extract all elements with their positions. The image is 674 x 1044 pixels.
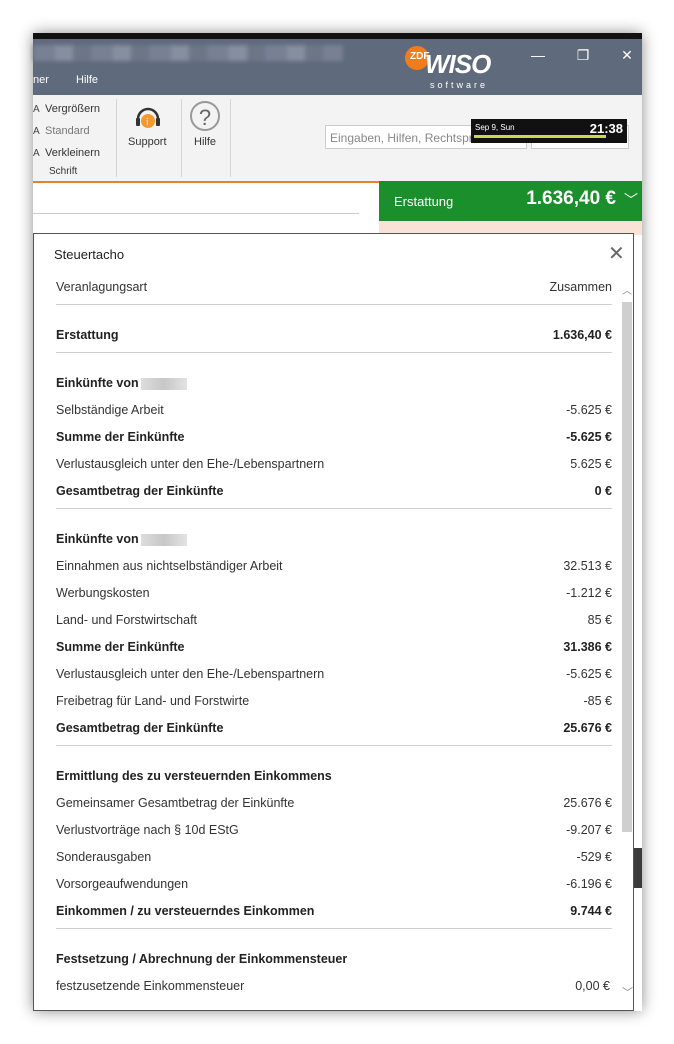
blurred-title [33, 45, 343, 61]
close-icon[interactable]: ✕ [608, 241, 625, 266]
shrink-icon: A [33, 148, 40, 159]
clock-time: 21:38 [589, 121, 623, 136]
table-row: Werbungskosten -1.212 € [56, 586, 612, 600]
refund-label: Erstattung [394, 194, 454, 209]
refund-row: Erstattung 1.636,40 € [56, 328, 612, 342]
close-icon[interactable]: ✕ [613, 47, 641, 67]
table-row: Gesamtbetrag der Einkünfte 0 € [56, 484, 612, 498]
font-group-label: Schrift [49, 166, 78, 177]
row-label: Veranlagungsart [56, 280, 148, 294]
help-question-icon[interactable]: ? [190, 101, 220, 131]
divider [33, 213, 359, 214]
support-button[interactable]: Support [128, 136, 167, 148]
enlarge-font-button[interactable]: A Vergrößern [33, 103, 100, 115]
table-row: Verlustvorträge nach § 10d EStG -9.207 € [56, 823, 612, 837]
redacted-name [140, 533, 187, 546]
table-row: Sonderausgaben -529 € [56, 850, 612, 864]
help-button[interactable]: Hilfe [194, 136, 216, 148]
table-row: Summe der Einkünfte -5.625 € [56, 430, 612, 444]
section-title: Einkünfte von [56, 532, 612, 546]
divider [56, 508, 612, 509]
headset-icon[interactable]: i [133, 103, 163, 133]
ribbon-separator [116, 99, 117, 177]
steuertacho-popup: Steuertacho ✕ ︿ ﹀ Veranlagungsart Zusamm… [33, 233, 634, 1011]
table-row: Verlustausgleich unter den Ehe-/Lebenspa… [56, 457, 612, 471]
section-title: Einkünfte von [56, 376, 612, 390]
table-row: Selbständige Arbeit -5.625 € [56, 403, 612, 417]
minimize-icon[interactable]: — [524, 47, 552, 67]
table-row: Verlustausgleich unter den Ehe-/Lebenspa… [56, 667, 612, 681]
menu-item-partial[interactable]: ner [33, 74, 49, 86]
restore-icon[interactable]: ❐ [569, 47, 597, 67]
clock-progress [474, 135, 606, 138]
svg-text:i: i [146, 118, 149, 128]
clock-overlay: Sep 9, Sun 21:38 [471, 119, 627, 143]
refund-amount: 1.636,40 € [526, 188, 616, 209]
popup-title: Steuertacho [54, 247, 125, 262]
assessment-type-row: Veranlagungsart Zusammen [56, 280, 612, 294]
chevron-down-icon[interactable]: ﹀ [624, 190, 638, 210]
table-row: Gemeinsamer Gesamtbetrag der Einkünfte 25… [56, 796, 612, 810]
standard-font-button[interactable]: A Standard [33, 125, 90, 137]
table-row: Vorsorgeaufwendungen -6.196 € [56, 877, 612, 891]
menu-item-hilfe[interactable]: Hilfe [76, 74, 98, 86]
table-row: Summe der Einkünfte 31.386 € [56, 640, 612, 654]
section-title: Festsetzung / Abrechnung der Einkommenst… [56, 952, 348, 966]
clock-date: Sep 9, Sun [475, 123, 515, 132]
divider [56, 352, 612, 353]
table-row: Land- und Forstwirtschaft 85 € [56, 613, 612, 627]
content-area [33, 183, 379, 235]
wiso-logo: WISO [425, 49, 491, 79]
table-row: Freibetrag für Land- und Forstwirte -85 € [56, 694, 612, 708]
scrollbar-thumb[interactable] [622, 302, 632, 832]
logo-subtitle: software [430, 80, 489, 90]
row-value: 1.636,40 € [552, 328, 612, 342]
redacted-name [140, 377, 187, 390]
scrollbar[interactable]: ︿ ﹀ [622, 282, 633, 1000]
standard-icon: A [33, 126, 40, 137]
title-bar: ner Hilfe ZDF WISO software — ❐ ✕ [33, 39, 642, 95]
scroll-up-icon[interactable]: ︿ [622, 282, 632, 297]
table-row: festzusetzende Einkommensteuer 0,00 € [56, 979, 610, 993]
scroll-down-icon[interactable]: ﹀ [622, 984, 633, 1000]
table-row: Einkommen / zu versteuerndes Einkommen 9.… [56, 904, 612, 918]
row-value: Zusammen [549, 280, 612, 294]
row-label: Erstattung [56, 328, 119, 342]
ribbon: A Vergrößern A Standard A Verkleinern Schri… [33, 95, 642, 182]
ribbon-separator [181, 99, 182, 177]
divider [56, 745, 612, 746]
divider [56, 928, 612, 929]
table-row: Gesamtbetrag der Einkünfte 25.676 € [56, 721, 612, 735]
section-title: Ermittlung des zu versteuernden Einkomme… [56, 769, 332, 783]
enlarge-icon: A [33, 104, 40, 115]
refund-box[interactable]: Erstattung 1.636,40 € ﹀ [379, 181, 642, 221]
background-edge [634, 848, 642, 888]
shrink-font-button[interactable]: A Verkleinern [33, 147, 100, 159]
divider [56, 304, 612, 305]
ribbon-separator [230, 99, 231, 177]
table-row: Einnahmen aus nichtselbständiger Arbeit 3… [56, 559, 612, 573]
